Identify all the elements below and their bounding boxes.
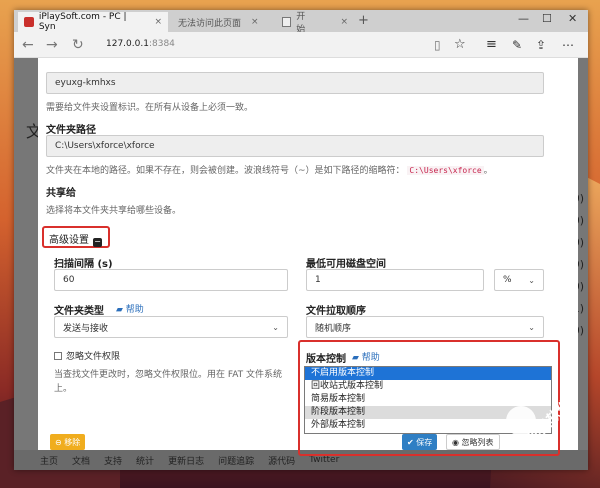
chevron-down-icon: ⌄	[272, 322, 279, 332]
folder-type-help-link[interactable]: ▰ 帮助	[116, 302, 144, 315]
versioning-option[interactable]: 不启用版本控制	[305, 367, 551, 380]
footer-link-support[interactable]: 支持	[104, 454, 122, 467]
advanced-settings-toggle[interactable]: 高级设置 −	[49, 231, 102, 247]
ignore-perms-checkbox[interactable]: 忽略文件权限	[54, 349, 120, 362]
min-disk-label: 最低可用磁盘空间	[306, 259, 386, 270]
folder-path-help-end: 。	[483, 166, 493, 176]
pull-order-label: 文件拉取顺序	[306, 306, 366, 317]
ignore-list-button[interactable]: ◉ 忽略列表	[446, 434, 500, 450]
versioning-help-link[interactable]: ▰ 帮助	[352, 350, 380, 363]
folder-path-field: C:\Users\xforce\xforce	[46, 135, 544, 157]
folder-type-label: 文件夹类型	[54, 306, 104, 317]
folder-id-help: 需要给文件夹设置标识。在所有从设备上必须一致。	[46, 103, 254, 113]
checkbox-icon	[54, 352, 62, 360]
tab-error-page[interactable]: 无法访问此页面 ×	[172, 12, 268, 70]
footer-link-twitter[interactable]: Twitter	[309, 455, 339, 465]
folder-type-select[interactable]: 发送与接收 ⌄	[54, 316, 288, 338]
min-disk-value: 1	[315, 275, 321, 285]
more-icon[interactable]: ⋯	[562, 37, 574, 53]
versioning-label: 版本控制	[306, 354, 346, 365]
folder-path-value: C:\Users\xforce\xforce	[55, 141, 155, 151]
maximize-button[interactable]: ☐	[542, 12, 552, 25]
ignore-perms-help: 当查找文件更改时，忽略文件权限位。用在 FAT 文件系统上。	[54, 370, 283, 394]
home-path-code: C:\Users\xforce	[407, 166, 484, 175]
tab-close-icon[interactable]: ×	[251, 17, 259, 27]
collapse-icon: −	[93, 237, 102, 247]
check-icon: ✔	[407, 437, 414, 447]
address-port: :8384	[148, 39, 175, 49]
chevron-down-icon: ⌄	[528, 322, 535, 332]
eye-slash-icon: ◉	[452, 437, 459, 447]
favorite-star-icon[interactable]: ☆	[454, 37, 466, 53]
close-window-button[interactable]: ✕	[568, 12, 577, 25]
min-disk-input[interactable]: 1	[306, 269, 484, 291]
footer-link-changelog[interactable]: 更新日志	[168, 454, 204, 467]
min-disk-unit-value: %	[503, 275, 512, 285]
edit-folder-dialog: eyuxg-kmhxs 需要给文件夹设置标识。在所有从设备上必须一致。 文件夹路…	[38, 58, 578, 456]
rescan-interval-value: 60	[63, 275, 75, 285]
pull-order-select[interactable]: 随机顺序 ⌄	[306, 316, 544, 338]
share-icon[interactable]: ⇪	[536, 37, 546, 53]
tab-iplaysoft[interactable]: iPlaySoft.com - PC | Syn ×	[18, 12, 168, 32]
folder-id-value: eyuxg-kmhxs	[55, 78, 116, 88]
folder-path-help-text: 文件夹在本地的路径。如果不存在，则会被创建。波浪线符号（~）是如下路径的缩略符：	[46, 166, 405, 176]
footer-link-source[interactable]: 源代码	[268, 454, 295, 467]
pull-order-value: 随机顺序	[315, 323, 352, 334]
folder-path-help: 文件夹在本地的路径。如果不存在，则会被创建。波浪线符号（~）是如下路径的缩略符：…	[46, 163, 493, 176]
footer-link-stats[interactable]: 统计	[136, 454, 154, 467]
refresh-icon[interactable]: ↻	[72, 37, 84, 53]
start-favicon-icon	[282, 17, 292, 27]
book-icon: ▰	[116, 305, 123, 315]
address-bar[interactable]: 127.0.0.1:8384	[106, 39, 175, 49]
tab-close-icon[interactable]: ×	[340, 17, 348, 27]
share-label: 共享给	[46, 188, 76, 199]
footer-link-home[interactable]: 主页	[40, 454, 58, 467]
reading-view-icon[interactable]: ▯	[434, 37, 441, 53]
remove-button[interactable]: ⊖ 移除	[50, 434, 86, 450]
browser-window: iPlaySoft.com - PC | Syn × 无法访问此页面 × 开始 …	[14, 10, 588, 470]
tab-title: iPlaySoft.com - PC | Syn	[38, 12, 127, 32]
save-button[interactable]: ✔ 保存	[402, 434, 438, 450]
folder-id-field: eyuxg-kmhxs	[46, 72, 544, 94]
minimize-button[interactable]: —	[518, 12, 529, 25]
remove-label: 移除	[64, 437, 81, 447]
footer-link-issues[interactable]: 问题追踪	[218, 454, 254, 467]
help-link-text: 帮助	[125, 305, 144, 315]
help-link-text: 帮助	[361, 353, 380, 363]
book-icon: ▰	[352, 353, 359, 363]
ignore-perms-label: 忽略文件权限	[66, 352, 121, 362]
ignore-list-label: 忽略列表	[461, 437, 494, 447]
tab-close-icon[interactable]: ×	[154, 17, 162, 27]
syncthing-favicon-icon	[24, 17, 34, 27]
folder-path-label: 文件夹路径	[46, 125, 96, 136]
save-label: 保存	[416, 437, 433, 447]
web-note-icon[interactable]: ✎	[512, 37, 522, 53]
chevron-down-icon: ⌄	[528, 275, 535, 285]
minus-circle-icon: ⊖	[55, 437, 62, 447]
forward-arrow-icon[interactable]: →	[46, 37, 58, 53]
share-help: 选择将本文件夹共享给哪些设备。	[46, 206, 182, 216]
hub-icon[interactable]: ≡	[486, 37, 497, 53]
rescan-interval-label: 扫描间隔 (s)	[54, 259, 113, 270]
back-arrow-icon[interactable]: ←	[22, 37, 34, 53]
navigation-bar: ← → ↻ 127.0.0.1:8384 ▯ ☆ ≡ ✎ ⇪ ⋯	[14, 32, 588, 58]
folder-type-value: 发送与接收	[63, 323, 109, 334]
versioning-option[interactable]: 简易版本控制	[305, 393, 551, 406]
tab-title: 无法访问此页面	[178, 18, 242, 29]
footer-link-docs[interactable]: 文档	[72, 454, 90, 467]
address-host: 127.0.0.1	[106, 39, 149, 49]
new-tab-button[interactable]: +	[358, 13, 369, 28]
watermark-logo: 异星软件	[506, 397, 598, 488]
tab-bar: iPlaySoft.com - PC | Syn × 无法访问此页面 × 开始 …	[14, 10, 588, 70]
advanced-settings-label: 高级设置	[49, 235, 89, 246]
rescan-interval-input[interactable]: 60	[54, 269, 288, 291]
tab-start[interactable]: 开始 ×	[276, 12, 354, 35]
versioning-option[interactable]: 回收站式版本控制	[305, 380, 551, 393]
min-disk-unit-select[interactable]: % ⌄	[494, 269, 544, 291]
page-content: 文 0) 0) 0) 9) 0) 1) 0) 主页 文档 支持 统计 更新日志 …	[14, 58, 588, 470]
